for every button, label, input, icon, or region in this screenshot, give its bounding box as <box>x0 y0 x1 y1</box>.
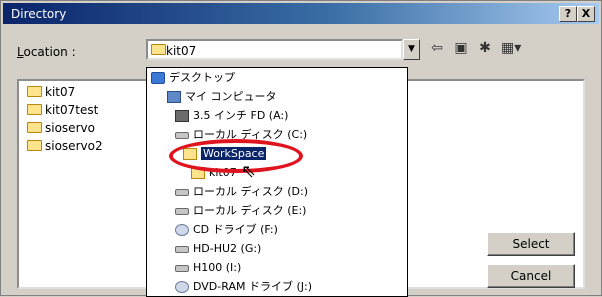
cd-icon <box>175 281 189 293</box>
dropdown-item-desktop[interactable]: デスクトップ <box>147 68 407 87</box>
dropdown-item-drive-c[interactable]: ローカル ディスク (C:) <box>147 125 407 144</box>
drive-icon <box>175 188 189 196</box>
mouse-pointer-icon: ⇖ <box>241 161 257 182</box>
list-item[interactable]: sioservo2 <box>25 137 103 155</box>
window-title: Directory <box>11 7 67 21</box>
drive-icon <box>175 207 189 215</box>
directory-dialog: Directory ? X Location : kit07 ▼ ⇦ ▣ ✱ ▦… <box>0 0 602 297</box>
dropdown-item-my-computer[interactable]: マイ コンピュータ <box>147 87 407 106</box>
dropdown-item-drive-g[interactable]: HD-HU2 (G:) <box>147 239 407 258</box>
folder-icon <box>27 122 42 133</box>
location-dropdown-list: デスクトップ マイ コンピュータ 3.5 インチ FD (A:) ローカル ディ… <box>146 67 408 297</box>
annotation-ellipse <box>169 139 303 173</box>
help-button[interactable]: ? <box>559 6 577 22</box>
list-item[interactable]: kit07test <box>25 101 98 119</box>
floppy-icon <box>175 110 189 122</box>
list-item[interactable]: sioservo <box>25 119 95 137</box>
drive-icon <box>175 264 189 272</box>
cancel-button[interactable]: Cancel <box>487 264 575 288</box>
view-menu-icon[interactable]: ▦▾ <box>501 37 521 59</box>
title-bar: Directory ? X <box>3 3 599 24</box>
back-arrow-icon[interactable]: ⇦ <box>427 37 447 59</box>
drive-icon <box>175 131 189 139</box>
location-value: kit07 <box>166 44 197 58</box>
folder-icon <box>27 86 42 97</box>
drive-icon <box>175 245 189 253</box>
location-label-text: ocation : <box>23 45 76 59</box>
location-combo[interactable]: kit07 <box>146 39 403 60</box>
list-item[interactable]: kit07 <box>25 83 75 101</box>
folder-icon <box>27 140 42 151</box>
folder-icon <box>27 104 42 115</box>
dropdown-item-drive-e[interactable]: ローカル ディスク (E:) <box>147 201 407 220</box>
close-button[interactable]: X <box>577 6 595 22</box>
cd-icon <box>175 224 189 236</box>
up-folder-icon[interactable]: ▣ <box>451 37 471 59</box>
dropdown-item-drive-i[interactable]: H100 (I:) <box>147 258 407 277</box>
dropdown-item-cd-f[interactable]: CD ドライブ (F:) <box>147 220 407 239</box>
location-label: Location : <box>17 45 76 59</box>
dropdown-item-floppy[interactable]: 3.5 インチ FD (A:) <box>147 106 407 125</box>
chevron-down-icon[interactable]: ▼ <box>403 39 420 60</box>
desktop-icon <box>151 72 165 84</box>
new-folder-icon[interactable]: ✱ <box>475 37 495 59</box>
dropdown-item-dvd-j[interactable]: DVD-RAM ドライブ (J:) <box>147 277 407 296</box>
folder-icon <box>151 44 166 55</box>
computer-icon <box>167 91 181 103</box>
select-button[interactable]: Select <box>487 232 575 256</box>
dropdown-item-drive-d[interactable]: ローカル ディスク (D:) <box>147 182 407 201</box>
